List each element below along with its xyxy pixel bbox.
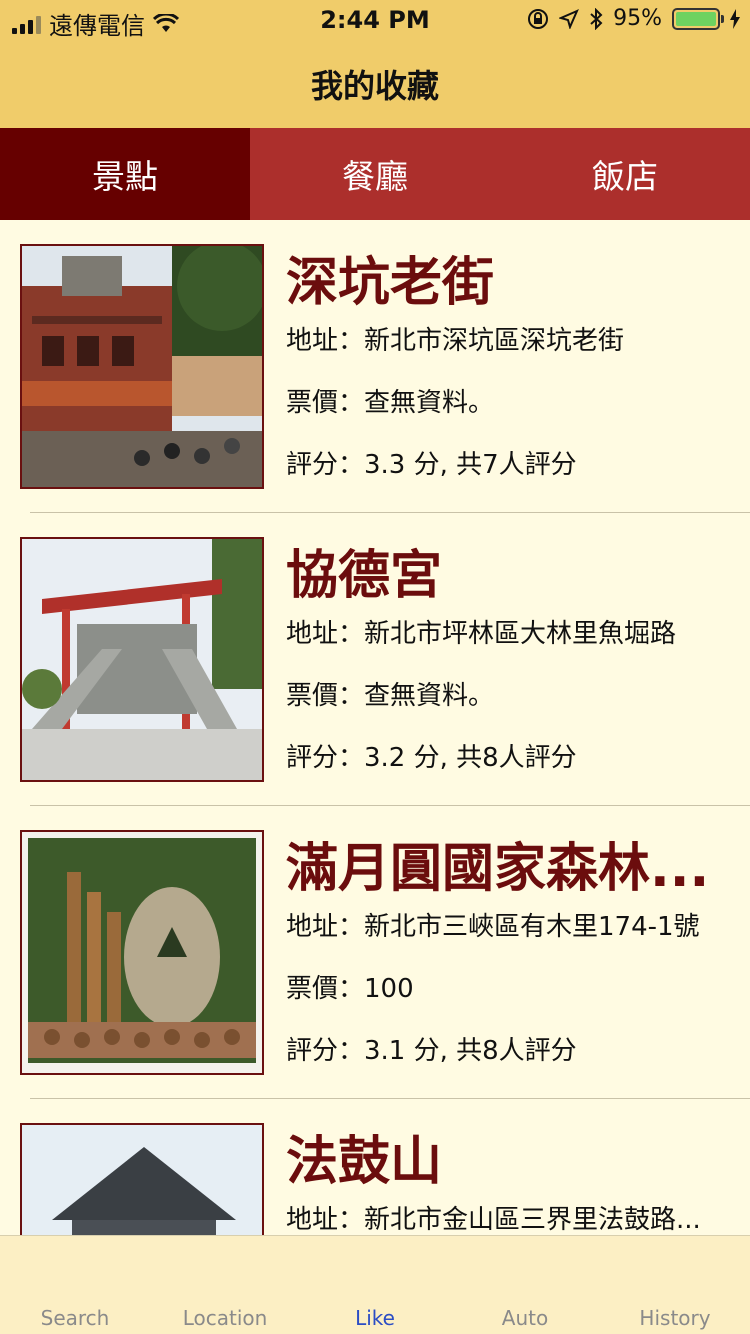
list-item[interactable]: 深坑老街 地址：新北市深坑區深坑老街 票價：查無資料。 評分：3.3 分, 共7… bbox=[0, 220, 750, 513]
charging-icon bbox=[730, 8, 740, 29]
tab-location[interactable]: Location bbox=[150, 1236, 300, 1334]
item-thumbnail bbox=[20, 830, 264, 1075]
item-address: 地址：新北市深坑區深坑老街 bbox=[286, 326, 625, 356]
tab-history[interactable]: History bbox=[600, 1236, 750, 1334]
item-name: 深坑老街 bbox=[286, 253, 495, 313]
tab-like[interactable]: Like bbox=[300, 1236, 450, 1334]
item-thumbnail bbox=[20, 537, 264, 782]
tab-label: Like bbox=[355, 1306, 395, 1330]
bluetooth-icon bbox=[590, 7, 603, 30]
status-right: 95% bbox=[527, 6, 740, 31]
tab-hotels[interactable]: 飯店 bbox=[500, 128, 750, 220]
item-ticket: 票價：查無資料。 bbox=[286, 681, 495, 711]
nav-bar: 我的收藏 bbox=[0, 40, 750, 128]
item-thumbnail bbox=[20, 244, 264, 489]
item-address: 地址：新北市金山區三界里法鼓路... bbox=[286, 1205, 701, 1235]
tab-label: Auto bbox=[501, 1306, 549, 1330]
category-segment: 景點 餐廳 飯店 bbox=[0, 128, 750, 220]
battery-icon bbox=[672, 7, 724, 30]
item-thumbnail bbox=[20, 1123, 264, 1235]
tab-restaurants[interactable]: 餐廳 bbox=[250, 128, 500, 220]
list-item[interactable]: 法鼓山 地址：新北市金山區三界里法鼓路... bbox=[0, 1099, 750, 1235]
tab-label: History bbox=[639, 1306, 711, 1330]
page-title: 我的收藏 bbox=[310, 67, 439, 105]
rotation-lock-icon bbox=[528, 8, 549, 29]
battery-percent: 95% bbox=[613, 6, 662, 31]
list-item[interactable]: 滿月圓國家森林... 地址：新北市三峽區有木里174-1號 票價：100 評分：… bbox=[0, 806, 750, 1099]
status-bar: 遠傳電信 2:44 PM 95% bbox=[0, 0, 750, 40]
location-arrow-icon bbox=[559, 8, 580, 29]
item-rating: 評分：3.2 分, 共8人評分 bbox=[286, 743, 577, 773]
item-ticket: 票價：查無資料。 bbox=[286, 388, 495, 418]
tab-auto[interactable]: Auto bbox=[450, 1236, 600, 1334]
item-name: 法鼓山 bbox=[286, 1132, 443, 1192]
bottom-tab-bar: Search Location Like Auto History bbox=[0, 1235, 750, 1334]
tab-label: Location bbox=[182, 1306, 268, 1330]
item-rating: 評分：3.1 分, 共8人評分 bbox=[286, 1036, 577, 1066]
item-address: 地址：新北市坪林區大林里魚堀路 bbox=[286, 619, 677, 649]
tab-attractions[interactable]: 景點 bbox=[0, 128, 250, 220]
item-address: 地址：新北市三峽區有木里174-1號 bbox=[286, 912, 700, 942]
item-name: 滿月圓國家森林... bbox=[286, 839, 710, 899]
tab-search[interactable]: Search bbox=[0, 1236, 150, 1334]
item-rating: 評分：3.3 分, 共7人評分 bbox=[286, 450, 577, 480]
list-item[interactable]: 協德宮 地址：新北市坪林區大林里魚堀路 票價：查無資料。 評分：3.2 分, 共… bbox=[0, 513, 750, 806]
favorites-list[interactable]: 深坑老街 地址：新北市深坑區深坑老街 票價：查無資料。 評分：3.3 分, 共7… bbox=[0, 220, 750, 1235]
item-name: 協德宮 bbox=[286, 546, 443, 606]
item-ticket: 票價：100 bbox=[286, 974, 414, 1004]
tab-label: Search bbox=[40, 1306, 110, 1330]
